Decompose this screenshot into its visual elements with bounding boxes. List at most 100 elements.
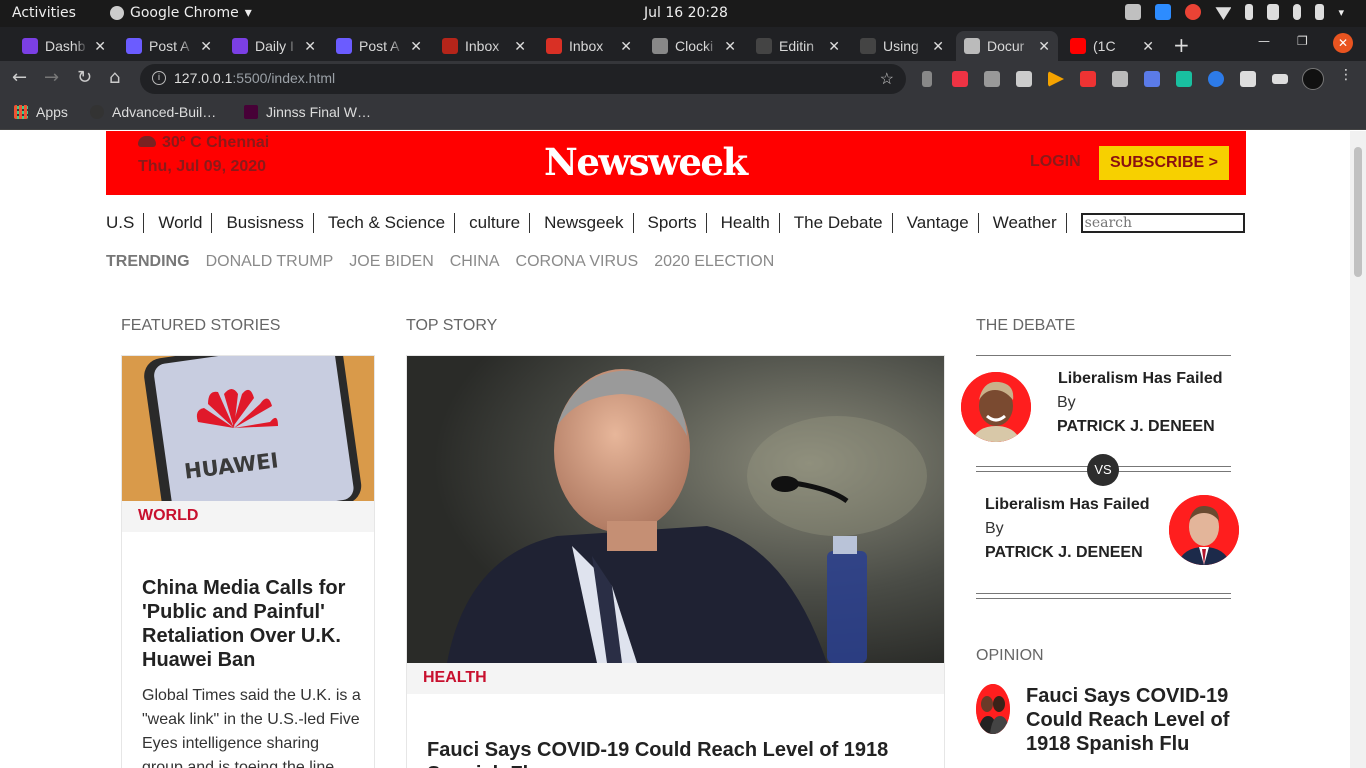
activities-button[interactable]: Activities bbox=[12, 5, 76, 21]
reload-icon[interactable]: ↻ bbox=[77, 67, 92, 88]
extension-download-icon[interactable] bbox=[1144, 71, 1160, 87]
site-logo[interactable]: Newsweek bbox=[544, 140, 748, 184]
browser-tab[interactable]: Post A ✕ bbox=[118, 31, 220, 61]
close-tab-icon[interactable]: ✕ bbox=[620, 38, 632, 55]
extension-square-icon[interactable] bbox=[1016, 71, 1032, 87]
trending-item[interactable]: CHINA bbox=[450, 253, 500, 271]
category-label[interactable]: HEALTH bbox=[423, 669, 487, 687]
search-input[interactable] bbox=[1080, 213, 1245, 233]
app-menu[interactable]: Google Chrome ▾ bbox=[110, 5, 252, 21]
browser-tab[interactable]: Using ✕ bbox=[852, 31, 952, 61]
power-menu-icon[interactable]: ▾ bbox=[1338, 6, 1344, 19]
extension-mic-icon[interactable] bbox=[922, 71, 932, 87]
browser-tab[interactable]: Inbox ✕ bbox=[434, 31, 534, 61]
nav-item-the-debate[interactable]: The Debate bbox=[794, 213, 893, 233]
nav-item-tech-science[interactable]: Tech & Science bbox=[328, 213, 456, 233]
close-tab-icon[interactable]: ✕ bbox=[514, 38, 526, 55]
nav-item-us[interactable]: U.S bbox=[106, 213, 145, 233]
bookmark-advanced-build[interactable]: Advanced-Buil… bbox=[90, 104, 216, 120]
close-tab-icon[interactable]: ✕ bbox=[828, 38, 840, 55]
battery-icon[interactable] bbox=[1315, 4, 1325, 20]
close-tab-icon[interactable]: ✕ bbox=[410, 38, 422, 55]
bookmark-apps[interactable]: Apps bbox=[14, 104, 68, 120]
chrome-menu-icon[interactable]: ⋮ bbox=[1339, 67, 1353, 83]
close-tab-icon[interactable]: ✕ bbox=[932, 38, 944, 55]
bookmark-star-icon[interactable]: ☆ bbox=[880, 69, 894, 89]
featured-story-image[interactable]: HUAWEI bbox=[122, 356, 374, 501]
media-control-icon[interactable] bbox=[1272, 74, 1288, 84]
extensions-puzzle-icon[interactable] bbox=[1240, 71, 1256, 87]
browser-tab[interactable]: (1C ✕ bbox=[1062, 31, 1162, 61]
trending-item[interactable]: 2020 ELECTION bbox=[654, 253, 774, 271]
nav-item-vantage[interactable]: Vantage bbox=[907, 213, 979, 233]
debate-author[interactable]: PATRICK J. DENEEN bbox=[985, 544, 1143, 562]
extension-shield-icon[interactable] bbox=[1176, 71, 1192, 87]
subscribe-button[interactable]: SUBSCRIBE > bbox=[1099, 146, 1229, 180]
close-tab-icon[interactable]: ✕ bbox=[200, 38, 212, 55]
close-tab-icon[interactable]: ✕ bbox=[1038, 38, 1050, 55]
address-bar[interactable]: i 127.0.0.1:5500/index.html ☆ bbox=[140, 64, 906, 94]
nav-item-culture[interactable]: culture bbox=[469, 213, 531, 233]
trending-item[interactable]: DONALD TRUMP bbox=[206, 253, 334, 271]
browser-tab[interactable]: Dashb ✕ bbox=[14, 31, 114, 61]
browser-tab[interactable]: Editin ✕ bbox=[748, 31, 848, 61]
forward-icon[interactable]: → bbox=[44, 67, 59, 88]
site-info-icon[interactable]: i bbox=[152, 71, 166, 85]
top-story-card[interactable]: HEALTH Fauci Says COVID-19 Could Reach L… bbox=[406, 355, 945, 768]
scrollbar-thumb[interactable] bbox=[1354, 147, 1362, 277]
top-story-image[interactable] bbox=[407, 356, 944, 663]
debate-author-avatar[interactable] bbox=[1169, 495, 1239, 565]
nav-item-health[interactable]: Health bbox=[721, 213, 780, 233]
extension-photo-icon[interactable] bbox=[1112, 71, 1128, 87]
volume-icon[interactable] bbox=[1267, 4, 1280, 20]
chrome-tray-icon[interactable] bbox=[1185, 4, 1202, 20]
trending-item[interactable]: CORONA VIRUS bbox=[516, 253, 639, 271]
nav-item-weather[interactable]: Weather bbox=[993, 213, 1067, 233]
bluetooth-icon[interactable] bbox=[1245, 4, 1254, 20]
close-window-button[interactable]: ✕ bbox=[1333, 33, 1353, 53]
category-label[interactable]: WORLD bbox=[138, 507, 198, 525]
slack-icon[interactable] bbox=[1125, 4, 1142, 20]
browser-tab[interactable]: Clocki ✕ bbox=[644, 31, 744, 61]
nav-item-world[interactable]: World bbox=[158, 213, 213, 233]
extension-target-icon[interactable] bbox=[952, 71, 968, 87]
nav-item-newsgeek[interactable]: Newsgeek bbox=[544, 213, 634, 233]
opinion-avatar[interactable] bbox=[976, 684, 1010, 734]
minimize-button[interactable]: — bbox=[1258, 34, 1270, 48]
debate-author-avatar[interactable] bbox=[961, 372, 1031, 442]
trending-item[interactable]: JOE BIDEN bbox=[349, 253, 433, 271]
browser-tab[interactable]: Inbox ✕ bbox=[538, 31, 640, 61]
home-icon[interactable]: ⌂ bbox=[109, 67, 120, 88]
featured-story-card[interactable]: HUAWEI WORLD China Media Calls for 'Publ… bbox=[121, 355, 375, 768]
nav-item-business[interactable]: Busisness bbox=[226, 213, 314, 233]
new-tab-button[interactable]: + bbox=[1173, 33, 1190, 57]
close-tab-icon[interactable]: ✕ bbox=[94, 38, 106, 55]
wifi-icon[interactable] bbox=[1215, 7, 1232, 20]
close-tab-icon[interactable]: ✕ bbox=[304, 38, 316, 55]
debate-title[interactable]: Liberalism Has Failed bbox=[985, 496, 1150, 514]
close-tab-icon[interactable]: ✕ bbox=[724, 38, 736, 55]
extension-play-icon[interactable] bbox=[1048, 71, 1064, 87]
microphone-icon[interactable] bbox=[1293, 4, 1302, 20]
browser-tab[interactable]: Post A ✕ bbox=[328, 31, 430, 61]
page-scrollbar[interactable] bbox=[1350, 131, 1366, 768]
back-icon[interactable]: ← bbox=[12, 67, 27, 88]
extension-c-icon[interactable] bbox=[1208, 71, 1224, 87]
profile-avatar[interactable] bbox=[1302, 68, 1324, 90]
browser-tab[interactable]: Daily I ✕ bbox=[224, 31, 324, 61]
browser-tab[interactable]: Docur ✕ bbox=[956, 31, 1058, 61]
extension-bulb-icon[interactable] bbox=[984, 71, 1000, 87]
login-link[interactable]: LOGIN bbox=[1030, 153, 1081, 171]
clock[interactable]: Jul 16 20:28 bbox=[644, 5, 728, 21]
featured-headline[interactable]: China Media Calls for 'Public and Painfu… bbox=[142, 576, 362, 672]
close-tab-icon[interactable]: ✕ bbox=[1142, 38, 1154, 55]
debate-title[interactable]: Liberalism Has Failed bbox=[1058, 370, 1223, 388]
system-tray[interactable]: ▾ bbox=[1125, 4, 1344, 20]
opinion-headline[interactable]: Fauci Says COVID-19 Could Reach Level of… bbox=[1026, 684, 1236, 756]
zoom-icon[interactable] bbox=[1155, 4, 1172, 20]
extension-red-icon[interactable] bbox=[1080, 71, 1096, 87]
top-story-headline[interactable]: Fauci Says COVID-19 Could Reach Level of… bbox=[427, 738, 927, 768]
maximize-button[interactable]: ❐ bbox=[1297, 34, 1308, 48]
debate-author[interactable]: PATRICK J. DENEEN bbox=[1057, 418, 1215, 436]
nav-item-sports[interactable]: Sports bbox=[648, 213, 707, 233]
